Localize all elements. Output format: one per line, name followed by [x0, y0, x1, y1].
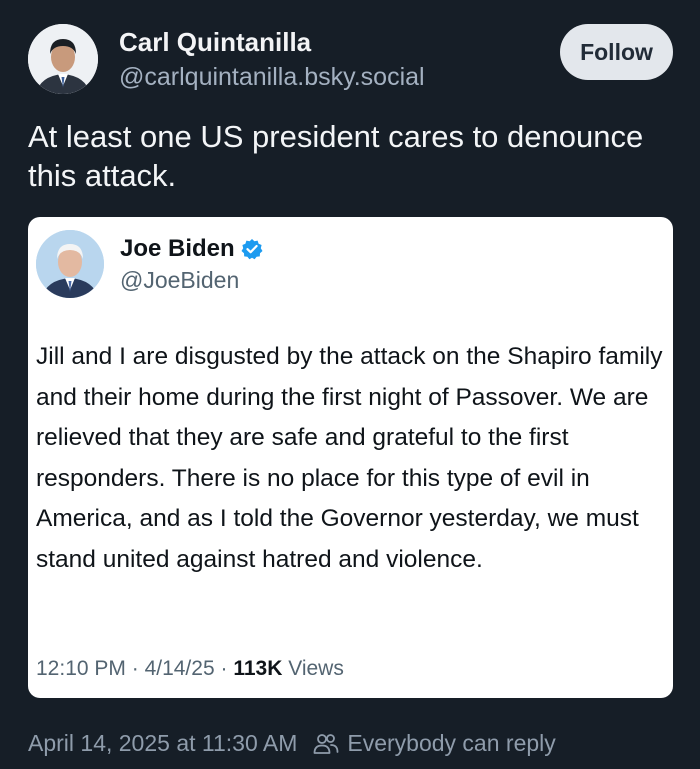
follow-button[interactable]: Follow [560, 24, 673, 80]
quoted-author-row: Joe Biden [120, 235, 263, 263]
post-timestamp[interactable]: April 14, 2025 at 11:30 AM [28, 730, 297, 757]
post-text: At least one US president cares to denou… [28, 119, 644, 193]
reply-setting[interactable]: Everybody can reply [347, 730, 555, 757]
quoted-author-avatar[interactable] [36, 230, 104, 298]
verified-badge-icon [241, 238, 263, 260]
views-count: 113K [233, 657, 283, 680]
people-icon [313, 733, 339, 755]
quoted-post-date[interactable]: 4/14/25 [145, 657, 215, 680]
author-avatar[interactable] [28, 24, 98, 94]
meta-separator: · [131, 657, 145, 680]
author-handle[interactable]: @carlquintanilla.bsky.social [119, 63, 425, 92]
quoted-post-card[interactable]: Joe Biden @JoeBiden Jill and I are disgu… [28, 217, 673, 698]
quoted-post-text: Jill and I are disgusted by the attack o… [36, 343, 663, 573]
quoted-post-meta: 12:10 PM · 4/14/25 · 113K Views [36, 657, 344, 681]
post-footer: April 14, 2025 at 11:30 AM Everybody can… [28, 730, 556, 757]
quoted-post-time[interactable]: 12:10 PM [36, 657, 126, 680]
quoted-author-name[interactable]: Joe Biden [120, 235, 235, 263]
views-label: Views [288, 657, 344, 680]
author-name[interactable]: Carl Quintanilla [119, 27, 311, 58]
post: Carl Quintanilla @carlquintanilla.bsky.s… [0, 0, 700, 769]
meta-separator: · [220, 657, 234, 680]
quoted-author-handle[interactable]: @JoeBiden [120, 267, 239, 294]
